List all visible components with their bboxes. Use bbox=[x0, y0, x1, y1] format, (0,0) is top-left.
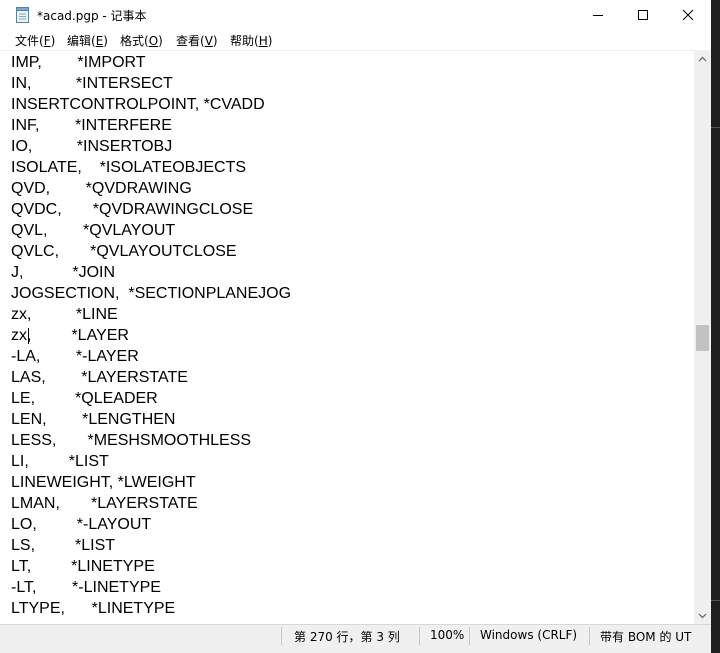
status-divider bbox=[281, 627, 282, 645]
chevron-up-icon bbox=[698, 56, 707, 61]
text-line[interactable]: LT, *LINETYPE bbox=[11, 556, 291, 577]
window-bottom-border bbox=[0, 646, 711, 653]
text-line[interactable]: -LT, *-LINETYPE bbox=[11, 577, 291, 598]
text-line[interactable]: QVD, *QVDRAWING bbox=[11, 178, 291, 199]
window-title: *acad.pgp - 记事本 bbox=[37, 9, 147, 23]
text-lines: IMP, *IMPORT IN, *INTERSECT INSERTCONTRO… bbox=[11, 52, 291, 619]
text-line[interactable]: LI, *LIST bbox=[11, 451, 291, 472]
menu-file[interactable]: 文件(F) bbox=[15, 32, 55, 49]
text-line[interactable]: QVLC, *QVLAYOUTCLOSE bbox=[11, 241, 291, 262]
close-icon bbox=[682, 9, 694, 21]
maximize-button[interactable] bbox=[620, 0, 666, 30]
text-caret bbox=[28, 328, 29, 344]
text-line[interactable]: zx, *LINE bbox=[11, 304, 291, 325]
text-line[interactable]: INSERTCONTROLPOINT, *CVADD bbox=[11, 94, 291, 115]
text-line[interactable]: IMP, *IMPORT bbox=[11, 52, 291, 73]
text-line[interactable]: INF, *INTERFERE bbox=[11, 115, 291, 136]
scroll-up-button[interactable] bbox=[694, 50, 711, 67]
vertical-scrollbar[interactable] bbox=[694, 50, 711, 624]
text-line[interactable]: IO, *INSERTOBJ bbox=[11, 136, 291, 157]
menu-format[interactable]: 格式(O) bbox=[120, 32, 163, 49]
status-divider bbox=[469, 627, 470, 645]
text-line[interactable]: -LA, *-LAYER bbox=[11, 346, 291, 367]
title-bar[interactable]: *acad.pgp - 记事本 bbox=[0, 0, 711, 30]
menu-help[interactable]: 帮助(H) bbox=[230, 32, 272, 49]
text-line[interactable]: J, *JOIN bbox=[11, 262, 291, 283]
text-line[interactable]: zx, *LAYER bbox=[11, 325, 291, 346]
text-line[interactable]: LMAN, *LAYERSTATE bbox=[11, 493, 291, 514]
menu-bar: 文件(F) 编辑(E) 格式(O) 查看(V) 帮助(H) bbox=[0, 30, 711, 50]
text-line[interactable]: QVDC, *QVDRAWINGCLOSE bbox=[11, 199, 291, 220]
close-button[interactable] bbox=[665, 0, 711, 30]
text-editor[interactable]: IMP, *IMPORT IN, *INTERSECT INSERTCONTRO… bbox=[0, 50, 694, 625]
text-line[interactable]: LS, *LIST bbox=[11, 535, 291, 556]
text-line[interactable]: JOGSECTION, *SECTIONPLANEJOG bbox=[11, 283, 291, 304]
text-line[interactable]: LINEWEIGHT, *LWEIGHT bbox=[11, 472, 291, 493]
text-line[interactable]: LAS, *LAYERSTATE bbox=[11, 367, 291, 388]
minimize-button[interactable] bbox=[575, 0, 621, 30]
cursor-position: 第 270 行，第 3 列 bbox=[294, 630, 400, 644]
menu-view[interactable]: 查看(V) bbox=[176, 32, 218, 49]
scroll-down-button[interactable] bbox=[694, 607, 711, 624]
minimize-icon bbox=[593, 15, 603, 16]
chevron-down-icon bbox=[698, 613, 707, 618]
status-divider bbox=[589, 627, 590, 645]
text-line[interactable]: QVL, *QVLAYOUT bbox=[11, 220, 291, 241]
text-line[interactable]: LESS, *MESHSMOOTHLESS bbox=[11, 430, 291, 451]
text-line[interactable]: LEN, *LENGTHEN bbox=[11, 409, 291, 430]
file-encoding: 带有 BOM 的 UT bbox=[600, 630, 692, 644]
notepad-window: *acad.pgp - 记事本 文件(F) 编辑(E) 格式(O) 查看(V) … bbox=[0, 0, 711, 653]
status-bar: 第 270 行，第 3 列 100% Windows (CRLF) 带有 BOM… bbox=[0, 624, 711, 647]
zoom-level: 100% bbox=[430, 628, 465, 642]
text-line[interactable]: IN, *INTERSECT bbox=[11, 73, 291, 94]
line-ending: Windows (CRLF) bbox=[480, 628, 578, 642]
desktop-background-line bbox=[711, 600, 720, 601]
menu-edit[interactable]: 编辑(E) bbox=[67, 32, 108, 49]
notepad-icon bbox=[16, 7, 30, 23]
text-line[interactable]: LO, *-LAYOUT bbox=[11, 514, 291, 535]
scroll-thumb[interactable] bbox=[696, 325, 709, 351]
maximize-icon bbox=[638, 10, 648, 20]
text-line[interactable]: LE, *QLEADER bbox=[11, 388, 291, 409]
status-divider bbox=[419, 627, 420, 645]
desktop-background-line bbox=[711, 127, 720, 128]
text-line[interactable]: LTYPE, *LINETYPE bbox=[11, 598, 291, 619]
text-line[interactable]: ISOLATE, *ISOLATEOBJECTS bbox=[11, 157, 291, 178]
